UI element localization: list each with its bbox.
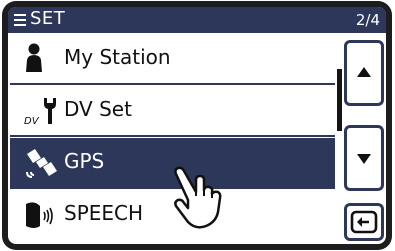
menu-item-label: GPS: [64, 149, 105, 173]
menu-item-my-station[interactable]: My Station: [10, 34, 335, 85]
dv-wrench-icon: DV: [24, 94, 58, 127]
down-arrow-icon: [357, 154, 371, 164]
page-indicator: 2/4: [355, 11, 380, 29]
person-icon: [24, 42, 58, 74]
scrollbar[interactable]: [337, 69, 342, 131]
back-button[interactable]: [344, 203, 384, 241]
satellite-icon: [24, 146, 58, 178]
speaker-icon: [24, 198, 58, 230]
scroll-up-button[interactable]: [344, 40, 384, 106]
svg-text:DV: DV: [24, 116, 40, 126]
up-arrow-icon: [357, 67, 371, 77]
touch-hand-icon: [166, 160, 238, 232]
scroll-down-button[interactable]: [344, 125, 384, 191]
return-icon: [350, 210, 378, 234]
menu-item-dv-set[interactable]: DV DV Set: [10, 86, 335, 137]
menu-item-label: SPEECH: [64, 201, 144, 225]
header-bar: SET 2/4: [8, 7, 386, 33]
menu-icon: [14, 13, 26, 27]
menu-item-label: DV Set: [64, 97, 132, 121]
screen-title: SET: [30, 8, 66, 29]
menu-item-label: My Station: [64, 45, 171, 69]
